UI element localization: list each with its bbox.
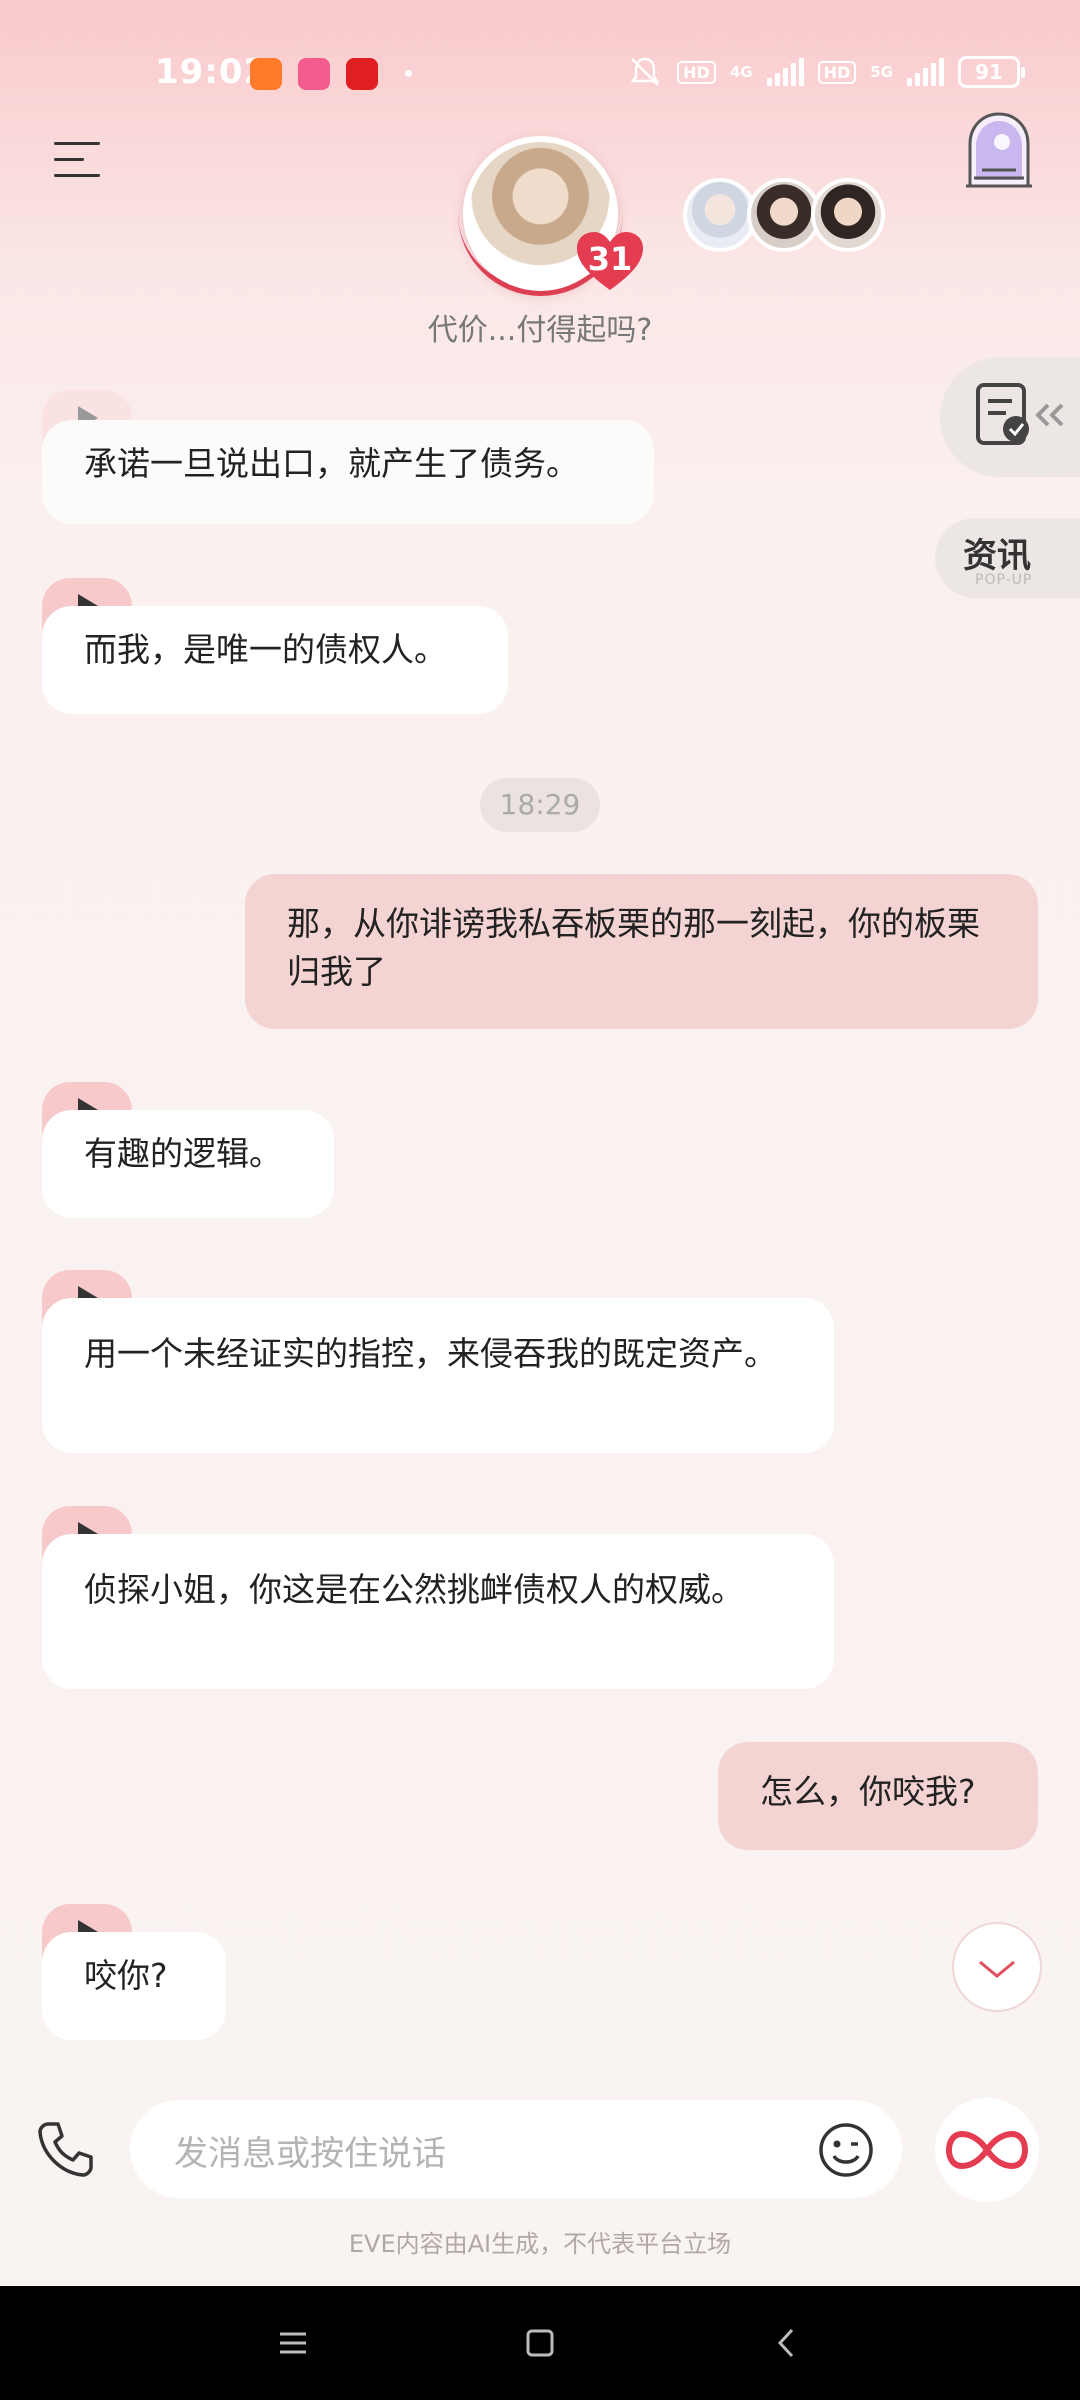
news-label: 资讯 <box>963 536 1031 576</box>
status-bar: 19:02 HD 4G HD 5G 91 <box>0 0 1080 140</box>
bilibili-app-icon <box>298 58 330 90</box>
menu-icon[interactable] <box>54 140 100 180</box>
notification-dot-icon <box>405 70 412 77</box>
news-side-button[interactable]: 资讯 POP-UP <box>935 518 1080 598</box>
news-sub-label: POP-UP <box>975 572 1033 588</box>
ai-disclaimer: EVE内容由AI生成，不代表平台立场 <box>348 2230 732 2258</box>
recent-apps-icon[interactable] <box>266 2316 320 2370</box>
affinity-heart-badge: 31 <box>575 230 645 292</box>
signal-icon <box>766 58 804 86</box>
status-indicators: HD 4G HD 5G 91 <box>627 54 1025 90</box>
ai-message-bubble: 有趣的逻辑。 <box>42 1110 334 1218</box>
infinity-button[interactable] <box>935 2098 1039 2202</box>
ai-message-bubble: 咬你? <box>42 1932 226 2040</box>
user-message-bubble: 怎么，你咬我? <box>718 1742 1038 1850</box>
message-input[interactable]: 发消息或按住说话 <box>130 2100 902 2198</box>
document-check-icon <box>976 383 1064 445</box>
red-app-icon <box>346 58 378 90</box>
message-input-placeholder: 发消息或按住说话 <box>174 2134 446 2174</box>
taobao-app-icon <box>250 58 282 90</box>
emoji-icon[interactable] <box>818 2122 874 2178</box>
affinity-level: 31 <box>587 240 633 278</box>
hd-badge-2: HD <box>817 60 857 84</box>
system-nav-bar <box>0 2286 1080 2400</box>
ai-message-bubble: 而我，是唯一的债权人。 <box>42 606 508 714</box>
infinity-icon <box>945 2130 1029 2170</box>
mini-avatar-1[interactable] <box>683 178 757 252</box>
signal-icon-2 <box>907 58 944 86</box>
ai-message-bubble: 侦探小姐，你这是在公然挑衅债权人的权威。 <box>42 1534 834 1689</box>
phone-icon[interactable] <box>36 2120 94 2178</box>
network-type-2: 5G <box>870 63 893 81</box>
mini-avatar-3[interactable] <box>811 178 885 252</box>
mute-bell-icon <box>630 57 660 86</box>
mini-avatar-2[interactable] <box>747 178 821 252</box>
user-message-bubble: 那，从你诽谤我私吞板栗的那一刻起，你的板栗归我了 <box>245 874 1038 1029</box>
doc-side-button[interactable] <box>940 357 1080 477</box>
timestamp-pill: 18:29 <box>480 778 600 832</box>
stairs-door-icon[interactable] <box>962 110 1036 190</box>
back-icon[interactable] <box>760 2316 814 2370</box>
character-tagline: 代价...付得起吗? <box>427 313 653 348</box>
ai-message-bubble: 用一个未经证实的指控，来侵吞我的既定资产。 <box>42 1298 834 1453</box>
hd-badge: HD <box>677 60 716 84</box>
network-type-1: 4G <box>729 63 753 81</box>
scroll-down-button[interactable] <box>952 1922 1042 2012</box>
home-icon[interactable] <box>513 2316 567 2370</box>
battery-icon: 91 <box>958 56 1025 88</box>
chevron-down-icon <box>979 1960 1015 1978</box>
ai-message-bubble: 承诺一旦说出口，就产生了债务。 <box>42 420 654 524</box>
